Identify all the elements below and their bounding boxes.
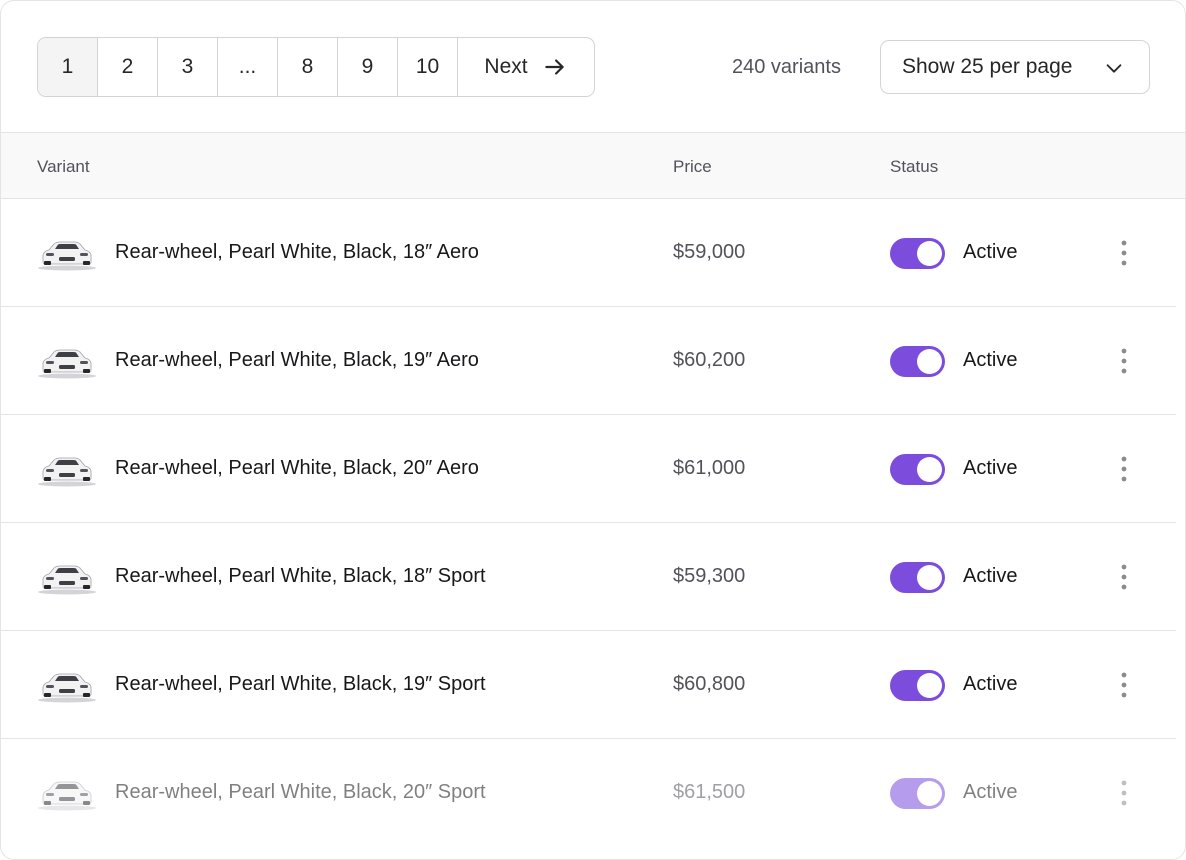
variant-name: Rear-wheel, Pearl White, Black, 19″ Aero [115,349,479,371]
toolbar: 1 2 3 ... 8 9 10 Next 240 variants Show … [1,1,1185,132]
more-vertical-icon[interactable] [1114,561,1134,593]
more-vertical-icon[interactable] [1114,345,1134,377]
variant-price: $60,800 [673,673,746,695]
variant-name: Rear-wheel, Pearl White, Black, 19″ Spor… [115,673,486,695]
toggle-knob [917,349,942,374]
page-button-9[interactable]: 9 [338,38,398,96]
table-row: Rear-wheel, Pearl White, Black, 20″ Aero… [1,415,1176,523]
toggle-knob [917,673,942,698]
table-header: Variant Price Status [1,132,1185,199]
per-page-select[interactable]: Show 25 per page [880,40,1150,94]
variant-price: $60,200 [673,349,746,371]
toggle-knob [917,565,942,590]
page-button-1[interactable]: 1 [38,38,98,96]
variant-name: Rear-wheel, Pearl White, Black, 20″ Spor… [115,781,486,803]
status-toggle[interactable] [890,778,945,809]
status-toggle[interactable] [890,670,945,701]
variant-count: 240 variants [732,56,841,78]
status-label: Active [963,241,1018,263]
table-row: Rear-wheel, Pearl White, Black, 19″ Spor… [1,631,1176,739]
page-button-3[interactable]: 3 [158,38,218,96]
chevron-down-icon [1106,64,1122,73]
arrow-right-icon [544,59,564,75]
car-thumbnail [38,241,96,271]
status-label: Active [963,457,1018,479]
variant-price: $59,000 [673,241,746,263]
more-vertical-icon[interactable] [1114,777,1134,809]
table-row: Rear-wheel, Pearl White, Black, 18″ Spor… [1,523,1176,631]
variants-card: 1 2 3 ... 8 9 10 Next 240 variants Show … [0,0,1186,860]
variant-price: $59,300 [673,565,746,587]
status-label: Active [963,565,1018,587]
car-thumbnail [38,565,96,595]
table-row: Rear-wheel, Pearl White, Black, 20″ Spor… [1,739,1176,847]
toggle-knob [917,457,942,482]
variant-name: Rear-wheel, Pearl White, Black, 18″ Aero [115,241,479,263]
page-button-2[interactable]: 2 [98,38,158,96]
page-button-8[interactable]: 8 [278,38,338,96]
car-thumbnail [38,781,96,811]
status-toggle[interactable] [890,562,945,593]
status-label: Active [963,349,1018,371]
table-row: Rear-wheel, Pearl White, Black, 18″ Aero… [1,199,1176,307]
toggle-knob [917,781,942,806]
variant-price: $61,000 [673,457,746,479]
car-thumbnail [38,673,96,703]
status-toggle[interactable] [890,346,945,377]
column-header-status: Status [890,157,939,176]
pagination: 1 2 3 ... 8 9 10 Next [37,37,595,97]
next-label: Next [484,55,528,78]
page-button-10[interactable]: 10 [398,38,458,96]
status-label: Active [963,781,1018,803]
status-label: Active [963,673,1018,695]
more-vertical-icon[interactable] [1114,669,1134,701]
car-thumbnail [38,457,96,487]
variant-name: Rear-wheel, Pearl White, Black, 18″ Spor… [115,565,486,587]
more-vertical-icon[interactable] [1114,453,1134,485]
page-ellipsis[interactable]: ... [218,38,278,96]
table-row: Rear-wheel, Pearl White, Black, 19″ Aero… [1,307,1176,415]
status-toggle[interactable] [890,238,945,269]
more-vertical-icon[interactable] [1114,237,1134,269]
status-toggle[interactable] [890,454,945,485]
variant-price: $61,500 [673,781,746,803]
column-header-price: Price [673,157,712,176]
next-page-button[interactable]: Next [458,38,594,96]
per-page-label: Show 25 per page [902,55,1073,78]
column-header-variant: Variant [37,157,90,176]
car-thumbnail [38,349,96,379]
variant-name: Rear-wheel, Pearl White, Black, 20″ Aero [115,457,479,479]
toggle-knob [917,241,942,266]
